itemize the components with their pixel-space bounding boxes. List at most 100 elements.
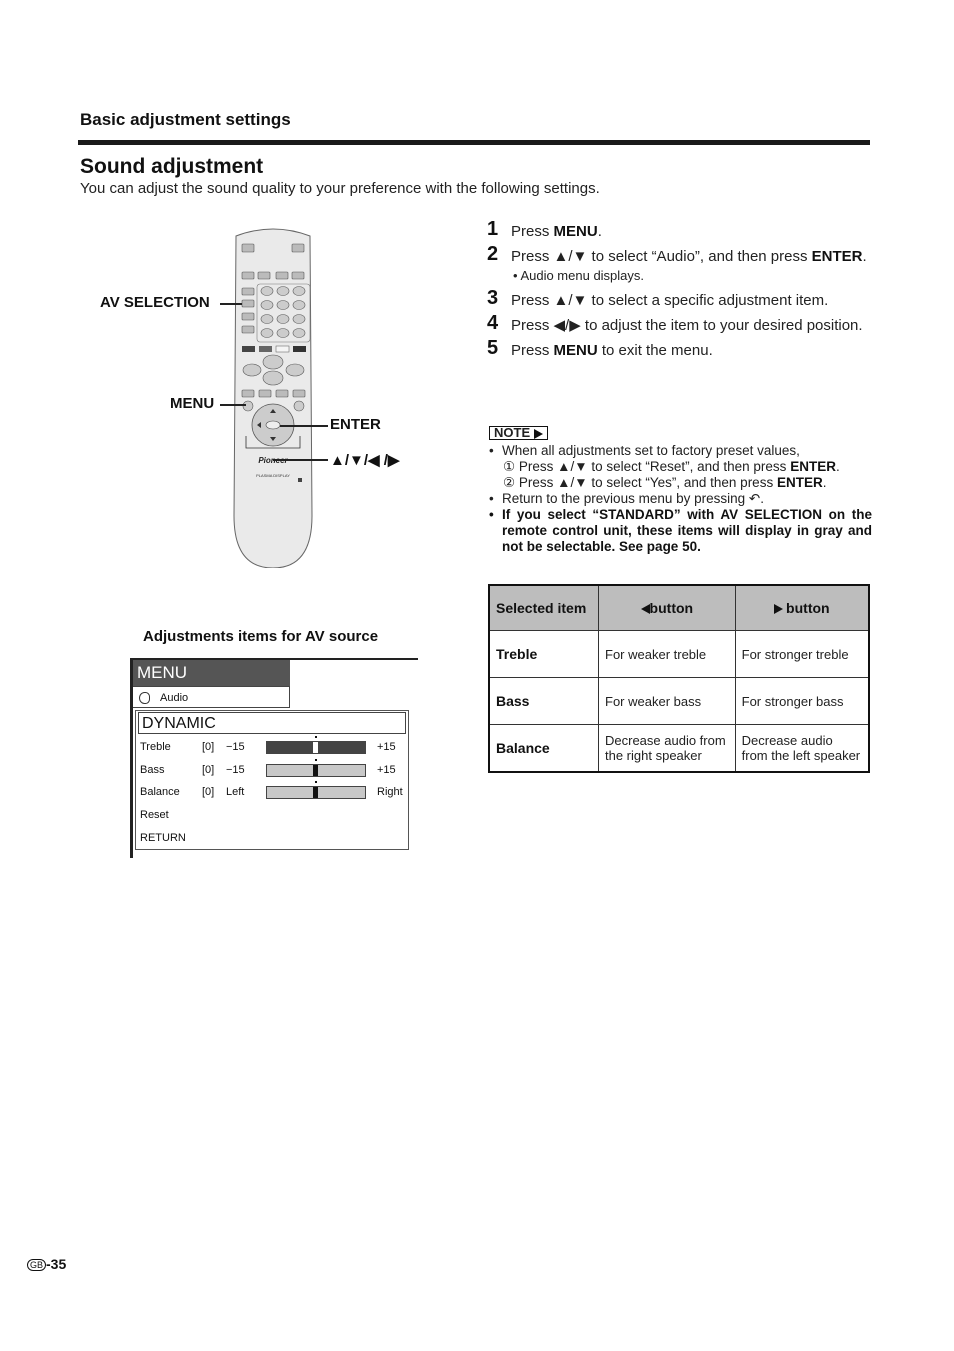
table-header-row: Selected item button button [488, 584, 870, 631]
menu-mode: DYNAMIC [138, 712, 406, 734]
step-text-end: . [862, 248, 867, 265]
table-cell-item: Treble [488, 630, 599, 678]
menu-row-min: −15 [226, 741, 245, 753]
step-text: Press ◀/▶ to adjust the item to your des… [511, 317, 863, 334]
note-label: NOTE [494, 425, 531, 440]
remote-control-illustration: Pioneer PLASMA DISPLAY [233, 228, 313, 568]
note-subitem-key: ENTER [790, 459, 836, 474]
note-box: NOTE When all adjustments set to factory… [489, 425, 872, 555]
step-text-end: . [597, 223, 602, 240]
step-item: 5 Press MENU to exit the menu. [487, 337, 870, 360]
note-subitem-text: ② Press ▲/▼ to select “Yes”, and then pr… [503, 475, 777, 490]
center-dot [315, 736, 317, 738]
left-arrow-icon [640, 604, 650, 615]
page-number: GB -35 [27, 1256, 66, 1272]
svg-text:PLASMA DISPLAY: PLASMA DISPLAY [256, 473, 290, 478]
callout-line [273, 459, 328, 461]
note-subitem-text: ① Press ▲/▼ to select “Reset”, and then … [503, 459, 791, 474]
menu-row-min: Left [226, 786, 245, 798]
menu-row-max: +15 [377, 764, 396, 776]
note-item: Return to the previous menu by pressing … [489, 491, 872, 507]
step-number: 4 [487, 312, 499, 334]
step-key: ENTER [811, 248, 863, 265]
header-left-button: button [598, 584, 736, 631]
menu-row-label: Balance [140, 786, 180, 798]
power-button [241, 243, 255, 253]
menu-row-value: [0] [202, 741, 215, 753]
table-cell-item: Bass [488, 677, 599, 725]
page-title: Sound adjustment [80, 155, 264, 178]
menu-row-label: Treble [140, 741, 171, 753]
note-item-warning: If you select “STANDARD” with AV SELECTI… [489, 507, 872, 555]
header-selected-item: Selected item [488, 584, 599, 631]
header-label: button [649, 600, 694, 616]
header-label: button [786, 600, 830, 616]
slider-bar [266, 736, 366, 754]
menu-row-value: [0] [202, 764, 215, 776]
input-button [291, 243, 305, 253]
note-subitem: ② Press ▲/▼ to select “Yes”, and then pr… [489, 475, 872, 491]
menu-row-value: [0] [202, 786, 215, 798]
center-dot [315, 759, 317, 761]
arrow-icon [534, 428, 544, 439]
page-number-text: -35 [46, 1256, 67, 1272]
table-row: Balance Decrease audio from the right sp… [488, 724, 870, 773]
table-cell-left: For weaker treble [598, 630, 736, 678]
callout-arrows: ▲/▼/◀ /▶ [330, 452, 400, 469]
note-subitem-key: ENTER [776, 475, 823, 490]
menu-audio-label: Audio [160, 692, 189, 704]
table-cell-right: For stronger treble [734, 630, 870, 678]
step-key: MENU [553, 223, 598, 240]
right-arrow-icon [774, 604, 784, 615]
step-key: MENU [553, 342, 598, 359]
slider-bar [266, 781, 366, 799]
header-right-button: button [734, 584, 870, 631]
table-cell-right: Decrease audio from the left speaker [734, 724, 870, 773]
callout-menu: MENU [170, 395, 215, 412]
svg-text:Pioneer: Pioneer [258, 456, 288, 465]
menu-row-max: +15 [377, 741, 396, 753]
step-item: 4 Press ◀/▶ to adjust the item to your d… [487, 312, 870, 335]
menu-title: MENU [133, 660, 290, 686]
table-cell-left: For weaker bass [598, 677, 736, 725]
adjustment-table: Selected item button button Treble For w… [488, 584, 870, 773]
menu-button [242, 400, 254, 412]
region-badge: GB [27, 1259, 47, 1272]
step-text: Press [511, 342, 554, 359]
callout-line [280, 425, 328, 427]
menu-row-treble: Treble [0] −15 +15 [140, 736, 406, 757]
table-cell-item: Balance [488, 724, 599, 773]
step-item: 1 Press MENU. [487, 218, 870, 241]
menu-audio-item: Audio [133, 686, 290, 708]
speaker-icon [139, 692, 150, 705]
step-subnote: • Audio menu displays. [513, 268, 645, 283]
callout-line [220, 404, 246, 406]
step-number: 5 [487, 337, 499, 359]
note-item: When all adjustments set to factory pres… [489, 443, 872, 459]
enter-key [265, 420, 281, 430]
slider-thumb [313, 765, 318, 776]
step-number: 3 [487, 287, 499, 309]
note-subitem-end: . [835, 459, 840, 474]
note-subitem: ① Press ▲/▼ to select “Reset”, and then … [489, 459, 872, 475]
table-row: Bass For weaker bass For stronger bass [488, 677, 870, 725]
step-text: Press ▲/▼ to select a specific adjustmen… [511, 292, 829, 309]
section-title: Basic adjustment settings [80, 110, 291, 129]
slider-thumb [313, 742, 318, 753]
section-divider [78, 140, 870, 145]
step-text: Press ▲/▼ to select “Audio”, and then pr… [511, 248, 812, 265]
step-text-end: to exit the menu. [597, 342, 713, 359]
slider-thumb [313, 787, 318, 798]
callout-line [220, 303, 242, 305]
center-dot [315, 781, 317, 783]
step-number: 2 [487, 243, 499, 265]
menu-return: RETURN [140, 832, 186, 844]
return-button [293, 400, 305, 412]
step-number: 1 [487, 218, 499, 240]
table-cell-right: For stronger bass [734, 677, 870, 725]
menu-row-bass: Bass [0] −15 +15 [140, 759, 406, 780]
note-badge: NOTE [489, 425, 549, 440]
steps-list: 1 Press MENU. 2 Press ▲/▼ to select “Aud… [487, 218, 870, 366]
menu-reset: Reset [140, 809, 169, 821]
menu-row-max: Right [377, 786, 403, 798]
